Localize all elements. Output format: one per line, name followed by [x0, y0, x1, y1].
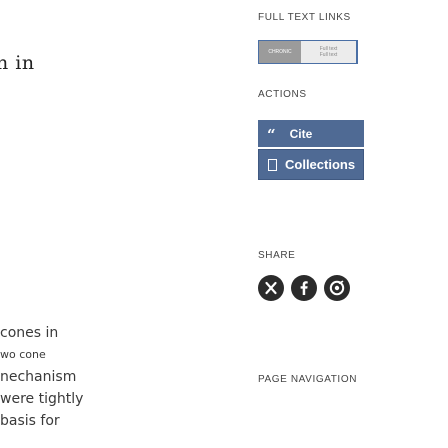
share-buttons	[258, 275, 357, 301]
article-line: wo cone	[0, 348, 46, 361]
free-full-text-badge[interactable]: Full text Full text	[301, 41, 356, 63]
article-body-fragment: cones in wo cone nechanism were tightly …	[0, 322, 92, 432]
page: n in cones in wo cone nechanism were tig…	[0, 0, 448, 448]
full-text-link-badge[interactable]: CHRONIC Full text Full text	[258, 40, 358, 64]
full-text-links-heading: FULL TEXT LINKS	[258, 12, 351, 23]
article-line: nechanism	[0, 369, 77, 385]
facebook-icon	[300, 281, 308, 295]
x-twitter-share-button[interactable]	[258, 275, 284, 301]
actions-heading: ACTIONS	[258, 89, 307, 100]
article-line: basis for	[0, 413, 60, 429]
share-heading: SHARE	[258, 250, 296, 261]
reddit-icon	[329, 280, 345, 296]
cite-button-label: Cite	[289, 126, 313, 141]
facebook-share-button[interactable]	[291, 275, 317, 301]
article-heading-fragment: n in	[0, 52, 35, 74]
quote-icon: “	[267, 126, 276, 144]
x-twitter-icon	[265, 281, 277, 295]
cite-button[interactable]: “ Cite	[258, 120, 364, 147]
page-navigation-heading: PAGE NAVIGATION	[258, 374, 358, 385]
collections-button[interactable]: Collections	[258, 149, 364, 180]
publisher-badge[interactable]: CHRONIC	[259, 41, 301, 63]
collections-button-label: Collections	[285, 157, 356, 172]
article-line: cones in	[0, 325, 59, 341]
reddit-share-button[interactable]	[324, 275, 350, 301]
bookmark-icon	[268, 158, 277, 171]
article-line: were tightly	[0, 391, 84, 407]
badge-text-line: Full text	[319, 52, 338, 58]
